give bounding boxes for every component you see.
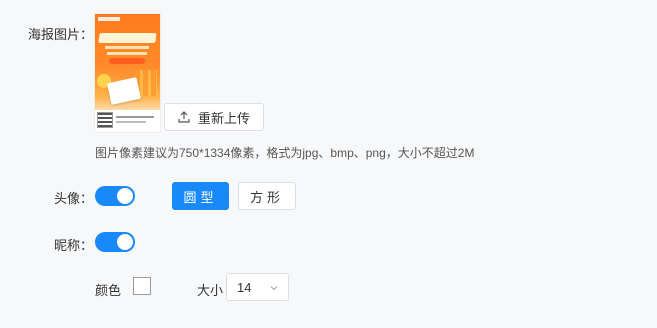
poster-qr-code bbox=[97, 112, 113, 128]
nickname-toggle[interactable] bbox=[95, 232, 135, 252]
poster-footer-text bbox=[116, 116, 154, 118]
toggle-knob bbox=[117, 234, 133, 250]
chevron-down-icon bbox=[270, 286, 278, 291]
poster-headline bbox=[98, 33, 157, 43]
color-swatch[interactable] bbox=[133, 277, 151, 295]
poster-size-hint: 图片像素建议为750*1334像素，格式为jpg、bmp、png，大小不超过2M bbox=[95, 146, 475, 160]
poster-footer-text bbox=[116, 121, 146, 123]
upload-icon bbox=[178, 111, 190, 123]
poster-document-graphic bbox=[107, 77, 141, 105]
poster-thumbnail[interactable] bbox=[95, 14, 160, 132]
poster-subtext bbox=[107, 52, 147, 55]
poster-brand-bar bbox=[98, 17, 120, 21]
shape-square-button[interactable]: 方形 bbox=[238, 182, 296, 210]
toggle-knob bbox=[117, 188, 133, 204]
color-label: 颜色 bbox=[95, 283, 122, 298]
size-label: 大小 bbox=[197, 283, 224, 298]
avatar-toggle[interactable] bbox=[95, 186, 135, 206]
poster-image-label: 海报图片： bbox=[28, 27, 94, 42]
reupload-button[interactable]: 重新上传 bbox=[164, 103, 264, 131]
shape-round-label: 圆型 bbox=[183, 189, 218, 205]
reupload-label: 重新上传 bbox=[197, 110, 250, 126]
font-size-value: 14 bbox=[237, 279, 252, 295]
poster-settings-panel: 海报图片： 重新上传 图片像素建议为750*1334像素，格式为jpg、bmp、… bbox=[0, 0, 657, 328]
nickname-label: 昵称： bbox=[54, 238, 94, 253]
poster-cta-pill bbox=[109, 58, 145, 64]
poster-subtext bbox=[105, 46, 149, 49]
font-size-select[interactable]: 14 bbox=[226, 273, 289, 301]
shape-square-label: 方形 bbox=[249, 189, 284, 205]
shape-round-button[interactable]: 圆型 bbox=[172, 182, 229, 210]
avatar-label: 头像： bbox=[54, 191, 94, 206]
